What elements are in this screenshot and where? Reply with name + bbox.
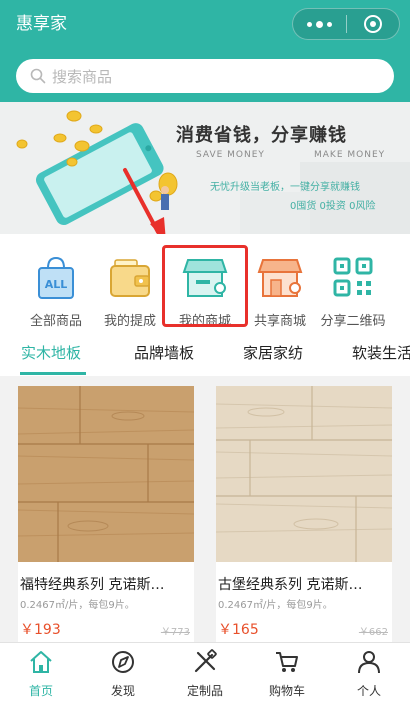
shared-shop-icon xyxy=(257,259,303,297)
nav-home[interactable]: 首页 xyxy=(0,649,82,699)
product-price: ￥165 xyxy=(218,622,259,638)
product-grid: 福特经典系列 克诺斯… 0.2467㎡/片，每包9片。 ￥193 ￥773 古堡… xyxy=(0,376,410,652)
category-label: 分享二维码 xyxy=(320,314,386,329)
cart-icon xyxy=(276,652,298,672)
tab-home-textiles[interactable]: 家居家纺 xyxy=(243,342,303,363)
search-input[interactable]: 搜索商品 xyxy=(16,59,394,93)
discover-icon xyxy=(112,651,134,673)
custom-tools-icon xyxy=(194,649,217,673)
category-label: 共享商城 xyxy=(253,314,306,329)
nav-label: 首页 xyxy=(28,684,53,698)
category-tabs: 实木地板 品牌墙板 家居家纺 软装生活 xyxy=(0,328,410,376)
home-icon xyxy=(30,651,52,673)
category-share-qr[interactable]: 分享二维码 xyxy=(313,252,393,329)
product-card[interactable]: 古堡经典系列 克诺斯… 0.2467㎡/片，每包9片。 ￥165 ￥662 xyxy=(215,386,393,652)
mini-program-capsule xyxy=(292,8,400,40)
promo-banner[interactable]: 消费省钱，分享赚钱 SAVE MONEY MAKE MONEY 无忧升级当老板，… xyxy=(0,102,410,234)
banner-zero-risk: 0囤货 0投资 0风险 xyxy=(290,201,376,212)
product-image-light-oak-floor xyxy=(215,386,393,562)
svg-text:ALL: ALL xyxy=(45,278,68,291)
nav-label: 发现 xyxy=(110,684,135,698)
category-label: 全部商品 xyxy=(29,314,82,329)
product-card[interactable]: 福特经典系列 克诺斯… 0.2467㎡/片，每包9片。 ￥193 ￥773 xyxy=(17,386,195,652)
search-icon xyxy=(30,68,46,84)
tab-brand-wall-panel[interactable]: 品牌墙板 xyxy=(134,342,194,363)
header: 惠享家 搜索商品 xyxy=(0,0,410,102)
nav-custom[interactable]: 定制品 xyxy=(164,649,246,699)
qr-code-icon xyxy=(333,257,373,297)
nav-label: 定制品 xyxy=(186,684,223,698)
banner-title: 消费省钱，分享赚钱 xyxy=(176,125,347,146)
active-tab-indicator xyxy=(20,372,86,375)
tab-soft-decoration[interactable]: 软装生活 xyxy=(352,342,410,363)
wallet-icon xyxy=(110,259,150,297)
nav-label: 购物车 xyxy=(268,684,305,698)
category-label: 我的提成 xyxy=(103,314,156,329)
product-original-price: ￥773 xyxy=(160,627,190,638)
search-placeholder: 搜索商品 xyxy=(52,67,113,86)
nav-cart[interactable]: 购物车 xyxy=(246,649,328,699)
banner-sub-left: SAVE MONEY xyxy=(196,150,265,160)
tab-solid-wood-floor[interactable]: 实木地板 xyxy=(21,342,81,363)
person-icon xyxy=(358,651,380,674)
bottom-nav: 首页 发现 定制品 购物车 个人 xyxy=(0,642,410,702)
category-shared-shop[interactable]: 共享商城 xyxy=(240,252,320,329)
nav-label: 个人 xyxy=(356,684,381,698)
banner-tagline: 无忧升级当老板，一键分享就赚钱 xyxy=(210,182,360,193)
product-name: 古堡经典系列 克诺斯… xyxy=(218,577,363,593)
more-menu-icon[interactable] xyxy=(293,9,346,39)
product-original-price: ￥662 xyxy=(358,627,388,638)
product-price: ￥193 xyxy=(20,622,61,638)
product-spec: 0.2467㎡/片，每包9片。 xyxy=(218,600,333,611)
nav-discover[interactable]: 发现 xyxy=(82,649,164,699)
product-image-oak-floor xyxy=(17,386,195,562)
all-bag-icon: ALL xyxy=(38,256,74,299)
banner-sub-right: MAKE MONEY xyxy=(314,150,386,160)
category-my-commission[interactable]: 我的提成 xyxy=(90,252,170,329)
product-spec: 0.2467㎡/片，每包9片。 xyxy=(20,600,135,611)
app-title: 惠享家 xyxy=(16,14,67,34)
nav-profile[interactable]: 个人 xyxy=(328,649,410,699)
highlight-box xyxy=(162,245,248,327)
product-name: 福特经典系列 克诺斯… xyxy=(20,577,165,593)
category-all-products[interactable]: ALL 全部商品 xyxy=(16,252,96,329)
close-target-icon[interactable] xyxy=(347,9,399,39)
